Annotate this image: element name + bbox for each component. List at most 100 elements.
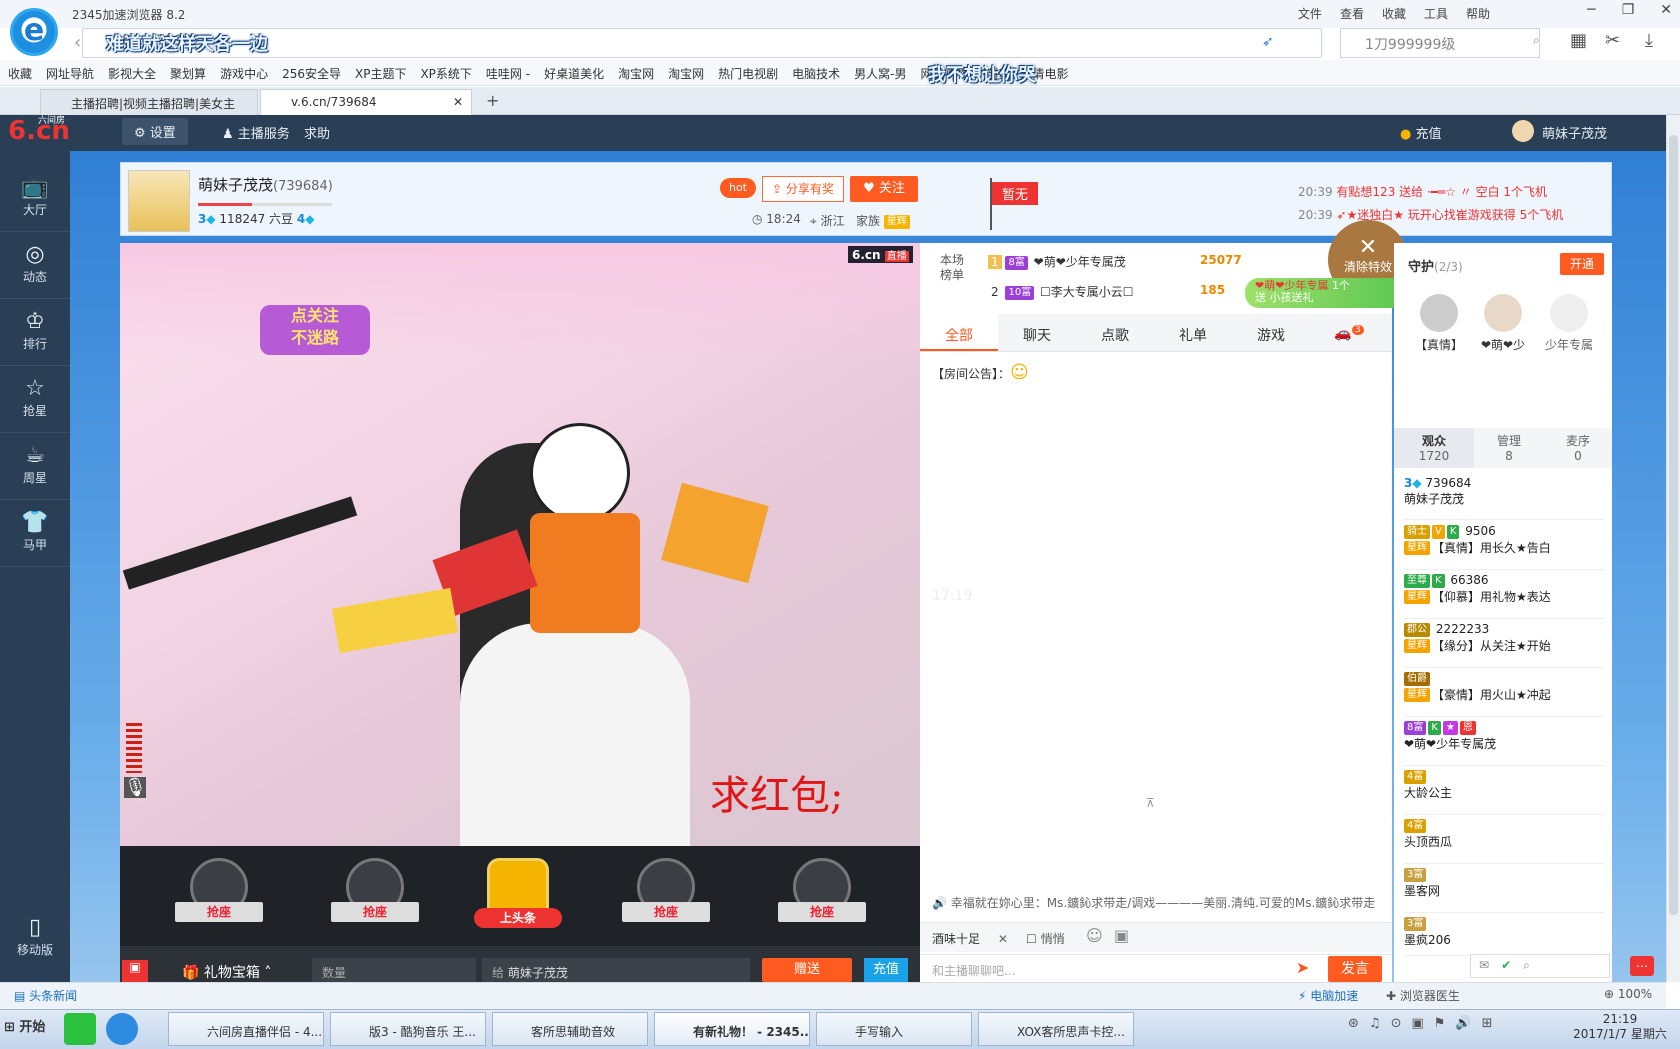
fav-item[interactable]: 网址导航 [46,65,94,85]
browser-doctor-link[interactable]: ✚ 浏览器医生 [1386,987,1460,1004]
tray-icon[interactable]: ⚑ [1434,1016,1446,1031]
guard-member[interactable]: 【真情】 [1414,294,1464,353]
seat-4[interactable]: 抢座 [776,858,868,938]
fav-item[interactable]: 256安全导 [282,65,341,85]
fav-item[interactable]: 聚划算 [170,65,206,85]
nav-vest[interactable]: 👕 马甲 [0,500,70,567]
audience-row[interactable]: 骑士 V K 9506 星辉 【真情】用长久★告白 [1404,524,1604,570]
recharge-button[interactable]: 充值 [864,958,908,982]
tray-icon[interactable]: ▣ [1411,1016,1423,1031]
nav-star[interactable]: ☆ 抢星 [0,366,70,433]
headline-button[interactable]: 上头条 [472,858,564,938]
emoji-icon[interactable]: ☺ [1086,926,1103,945]
fav-item[interactable]: 淘宝网 [618,65,654,85]
chat-target[interactable]: 酒味十足 ✕ [932,930,1008,947]
anchor-avatar[interactable] [128,170,190,232]
seat-2[interactable]: 抢座 [329,858,421,938]
new-tab-icon[interactable]: + [486,91,499,110]
fav-item[interactable]: 游戏中心 [220,65,268,85]
image-icon[interactable]: ▣ [1114,926,1129,945]
nav-hall[interactable]: 📺 大厅 [0,165,70,232]
nav-weekstar[interactable]: ☕ 周星 [0,433,70,500]
menu-help[interactable]: 帮助 [1466,5,1490,22]
fav-item[interactable]: 淘宝网 [668,65,704,85]
search-icon[interactable]: ⌕ [1533,33,1540,48]
nav-mobile[interactable]: ▯ 移动版 [0,905,70,972]
tab-chat[interactable]: 聊天 [998,314,1076,351]
help-link[interactable]: 求助 [304,123,330,142]
back-icon[interactable]: ‹ [74,32,81,53]
audience-row[interactable]: 4富 大龄公主 [1404,769,1604,815]
tab-song[interactable]: 点歌 [1076,314,1154,351]
tab-car[interactable]: 🚗 3 [1310,314,1388,351]
minimize-icon[interactable]: ─ [1587,2,1595,18]
fav-item[interactable]: 好桌道美化 [544,65,604,85]
gift-icon[interactable]: ▣ [122,960,148,982]
page-scrollbar[interactable] [1666,115,1680,982]
audience-row[interactable]: 伯爵 星辉 【豪情】用火山★冲起 [1404,671,1604,717]
menu-favorites[interactable]: 收藏 [1382,5,1406,22]
recharge-link[interactable]: ● 充值 [1400,123,1442,142]
menu-tools[interactable]: 工具 [1424,5,1448,22]
rocket-icon[interactable]: ➶ [1262,34,1274,50]
headline-news-link[interactable]: ▤ 头条新闻 [14,987,77,1004]
quantity-input[interactable]: 数量 [312,958,476,982]
pc-accel-link[interactable]: ⚡ 电脑加速 [1298,987,1358,1004]
apps-icon[interactable]: ▦ [1570,30,1587,51]
search-icon[interactable]: ⌕ [1523,958,1530,974]
audience-row[interactable]: 3富 墨疯206 [1404,916,1604,956]
iqiyi-icon[interactable] [64,1013,96,1045]
private-checkbox[interactable]: ☐ 悄悄 [1026,930,1065,947]
audience-row[interactable]: 8富 K ★ 恩 ❤萌❤少年专属茂 [1404,720,1604,766]
settings-button[interactable]: ⚙ 设置 [122,118,188,145]
recipient-select[interactable]: 给 萌妹子茂茂 [482,958,750,982]
open-guard-button[interactable]: 开通 [1560,253,1604,275]
video-player[interactable]: 点关注 不迷路 6.cn 直播 求红包; 🎙 [120,243,920,846]
guard-member[interactable]: ❤萌❤少 [1478,294,1528,353]
tray-icon[interactable]: ♫ [1369,1016,1381,1031]
avatar[interactable] [1512,120,1534,142]
volume-icon[interactable]: 🔊 [1455,1016,1471,1031]
close-icon[interactable]: ✕ [1660,2,1672,18]
gift-box-button[interactable]: 🎁 礼物宝箱 ˄ [182,962,271,982]
tab-audience[interactable]: 观众 1720 [1394,428,1474,468]
audience-row[interactable]: 郡公 2222233 星辉 【缘分】从关注★开始 [1404,622,1604,668]
taskbar-item[interactable]: 有新礼物！ - 2345... [654,1012,810,1046]
fav-item[interactable]: 热门电视剧 [718,65,778,85]
tab-games[interactable]: 游戏 [1232,314,1310,351]
nav-feed[interactable]: ◎ 动态 [0,232,70,299]
audience-row[interactable]: 至尊 K 66386 星辉 【仰慕】用礼物★表达 [1404,573,1604,619]
menu-view[interactable]: 查看 [1340,5,1364,22]
search-input[interactable]: 1刀999999级 [1340,28,1540,58]
clock[interactable]: 21:19 2017/1/7 星期六 [1570,1012,1670,1042]
tab-admins[interactable]: 管理 8 [1474,428,1544,468]
fav-item[interactable]: XP系统下 [420,65,471,85]
send-gift-button[interactable]: 赠送 [762,958,852,982]
guard-member[interactable]: 少年专属 [1542,294,1596,353]
ie-icon[interactable] [106,1013,138,1045]
audience-row[interactable]: 3◆ 739684 萌妹子茂茂 [1404,476,1604,520]
seat-3[interactable]: 抢座 [620,858,712,938]
taskbar-item[interactable]: 六间房直播伴侣 - 4.... [168,1012,324,1046]
audience-row[interactable]: 4富 头顶西瓜 [1404,818,1604,864]
network-icon[interactable]: ⊞ [1482,1016,1493,1031]
taskbar-item[interactable]: 手写输入 [816,1012,972,1046]
chat-bubble-icon[interactable]: … [1630,956,1654,976]
taskbar-item[interactable]: XOX客所思声卡控... [978,1012,1134,1046]
scissors-icon[interactable]: ✂ [1605,30,1620,51]
mic-icon[interactable]: 🎙 [124,777,147,798]
start-button[interactable]: ⊞ 开始 [4,1016,45,1035]
follow-button[interactable]: ♥ 关注 [850,176,918,202]
audience-row[interactable]: 3富 墨客网 [1404,867,1604,913]
tab-recruit[interactable]: 主播招聘|视频主播招聘|美女主 [40,89,258,115]
zoom-level[interactable]: ⊕ 100% [1604,987,1652,1001]
user-name[interactable]: 萌妹子茂茂 [1542,123,1607,142]
restore-icon[interactable]: ❐ [1622,2,1635,18]
seat-1[interactable]: 抢座 [173,858,265,938]
taskbar-item[interactable]: 客所思辅助音效 [492,1012,648,1046]
menu-file[interactable]: 文件 [1298,5,1322,22]
tray-icon[interactable]: ⊛ [1348,1016,1359,1031]
resize-handle[interactable]: ⊼ [1146,796,1155,810]
nav-rank[interactable]: ♔ 排行 [0,299,70,366]
send-arrow-icon[interactable]: ➤ [1296,958,1309,977]
